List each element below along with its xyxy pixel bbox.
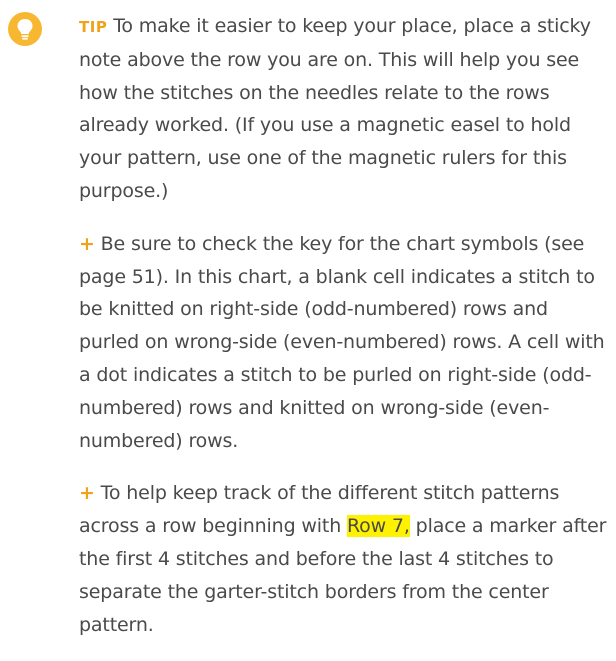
highlighted-row-reference: Row 7, (346, 515, 410, 538)
plus-icon: + (79, 232, 95, 255)
tip-text: To make it easier to keep your place, pl… (79, 15, 591, 202)
bullet-paragraph-chart-key: + Be sure to check the key for the chart… (79, 228, 611, 458)
tip-paragraph: TIP To make it easier to keep your place… (79, 10, 611, 208)
lightbulb-icon (8, 12, 42, 46)
plus-icon: + (79, 482, 95, 505)
tips-content: TIP To make it easier to keep your place… (79, 10, 611, 661)
bullet-text: Be sure to check the key for the chart s… (79, 232, 605, 452)
tip-label: TIP (79, 18, 108, 36)
bullet-paragraph-marker: + To help keep track of the different st… (79, 477, 611, 641)
